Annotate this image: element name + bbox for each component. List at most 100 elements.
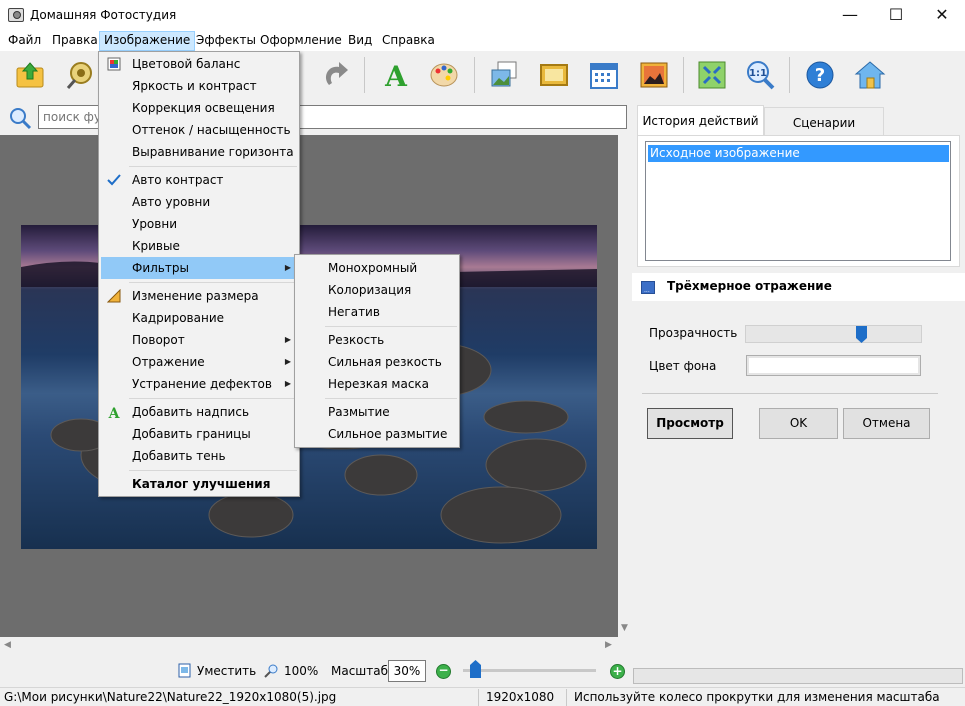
menu-item-label: Каталог улучшения [132,477,271,491]
fit-screen-icon[interactable] [694,56,730,94]
menu-item-horizon[interactable]: Выравнивание горизонта [101,141,297,163]
svg-text:?: ? [815,65,825,86]
menu-design[interactable]: Оформление [256,31,346,51]
menu-item-hue-saturation[interactable]: Оттенок / насыщенность [101,119,297,141]
menu-item-fix-defects[interactable]: Устранение дефектов ▶ [101,373,297,395]
menu-item-label: Поворот [132,333,185,347]
fit-button[interactable]: Уместить [197,664,256,678]
filter-monochrome[interactable]: Монохромный [297,257,457,279]
text-icon: A [106,404,122,420]
menu-item-label: Кривые [132,239,180,253]
layers-icon[interactable] [486,56,522,94]
text-icon[interactable]: A [378,56,414,94]
progress-bar [633,668,963,684]
horizontal-scrollbar[interactable]: ◀ ▶ [0,637,632,653]
scroll-down-icon[interactable]: ▼ [621,623,628,633]
effect-icon: ... [641,281,655,294]
menu-item-label: Коррекция освещения [132,101,275,115]
zoom-out-icon[interactable]: − [436,664,451,679]
tab-scenarios[interactable]: Сценарии [764,107,884,136]
history-item[interactable]: Исходное изображение [648,145,949,162]
zoom-100-icon[interactable] [263,663,279,679]
menu-item-rotate[interactable]: Поворот ▶ [101,329,297,351]
menu-item-brightness[interactable]: Яркость и контраст [101,75,297,97]
search-icon[interactable] [8,106,32,130]
status-size: 1920x1080 [486,690,555,704]
menu-file[interactable]: Файл [4,31,45,51]
panel-divider [642,393,938,394]
menu-item-crop[interactable]: Кадрирование [101,307,297,329]
menu-separator [325,398,457,399]
menu-separator [129,470,297,471]
menu-item-levels[interactable]: Уровни [101,213,297,235]
tab-history[interactable]: История действий [637,105,764,136]
maximize-button[interactable]: ☐ [873,0,919,31]
menu-edit[interactable]: Правка [48,31,102,51]
slider-thumb[interactable] [856,326,867,344]
filter-unsharp-mask[interactable]: Нерезкая маска [297,373,457,395]
zoom-in-icon[interactable]: + [610,664,625,679]
menu-item-label: Отражение [132,355,205,369]
scale-field[interactable]: 30% [388,660,426,682]
menu-item-curves[interactable]: Кривые [101,235,297,257]
vertical-scrollbar[interactable]: ▼ [618,135,632,637]
status-divider [478,689,479,706]
cancel-button[interactable]: Отмена [843,408,930,439]
preview-button[interactable]: Просмотр [647,408,733,439]
help-icon[interactable]: ? [802,56,838,94]
collage-icon[interactable] [636,56,672,94]
menu-item-label: Нерезкая маска [328,377,430,391]
zoom-actual-icon[interactable]: 1:1 [742,56,778,94]
frame-icon[interactable] [536,56,572,94]
history-list[interactable]: Исходное изображение [645,141,951,261]
open-folder-icon[interactable] [12,56,48,94]
menu-item-mirror[interactable]: Отражение ▶ [101,351,297,373]
filter-sharpen[interactable]: Резкость [297,329,457,351]
close-button[interactable]: ✕ [919,0,965,31]
zoom-slider[interactable] [463,660,596,678]
menu-help[interactable]: Справка [378,31,439,51]
menu-item-add-text[interactable]: A Добавить надпись [101,401,297,423]
menu-item-label: Сильная резкость [328,355,442,369]
menu-item-auto-levels[interactable]: Авто уровни [101,191,297,213]
fit-icon[interactable] [178,663,191,678]
menu-item-catalog[interactable]: Каталог улучшения [101,473,297,495]
scroll-right-icon[interactable]: ▶ [605,640,612,650]
enhance-icon[interactable] [62,56,98,94]
menu-item-label: Монохромный [328,261,418,275]
scroll-left-icon[interactable]: ◀ [4,640,11,650]
home-icon[interactable] [852,56,888,94]
menu-item-resize[interactable]: Изменение размера [101,285,297,307]
palette-icon[interactable] [426,56,462,94]
zoom-100-button[interactable]: 100% [284,664,318,678]
status-hint: Используйте колесо прокрутки для изменен… [574,690,940,704]
menu-item-auto-contrast[interactable]: Авто контраст [101,169,297,191]
transparency-slider[interactable] [745,325,922,343]
menu-item-label: Добавить надпись [132,405,250,419]
zoom-slider-thumb[interactable] [470,660,481,678]
calendar-icon[interactable] [586,56,622,94]
scale-label: Масштаб: [331,664,393,678]
menu-item-lighting[interactable]: Коррекция освещения [101,97,297,119]
menu-item-add-borders[interactable]: Добавить границы [101,423,297,445]
filter-colorize[interactable]: Колоризация [297,279,457,301]
menu-view[interactable]: Вид [344,31,376,51]
menu-item-add-shadow[interactable]: Добавить тень [101,445,297,467]
redo-icon[interactable] [318,56,354,94]
bgcolor-label: Цвет фона [649,359,717,373]
filter-blur[interactable]: Размытие [297,401,457,423]
ok-button[interactable]: OK [759,408,838,439]
menu-effects[interactable]: Эффекты [192,31,260,51]
menu-separator [129,166,297,167]
color-balance-icon [106,56,122,72]
filter-strong-blur[interactable]: Сильное размытие [297,423,457,445]
menu-item-filters[interactable]: Фильтры ▶ [101,257,297,279]
svg-text:1:1: 1:1 [749,68,767,79]
minimize-button[interactable]: — [827,0,873,31]
menu-image[interactable]: Изображение [99,31,196,51]
bgcolor-swatch[interactable] [746,355,921,376]
right-panel: История действий Сценарии Исходное изобр… [632,101,965,653]
menu-item-color-balance[interactable]: Цветовой баланс [101,53,297,75]
filter-negative[interactable]: Негатив [297,301,457,323]
filter-strong-sharpen[interactable]: Сильная резкость [297,351,457,373]
